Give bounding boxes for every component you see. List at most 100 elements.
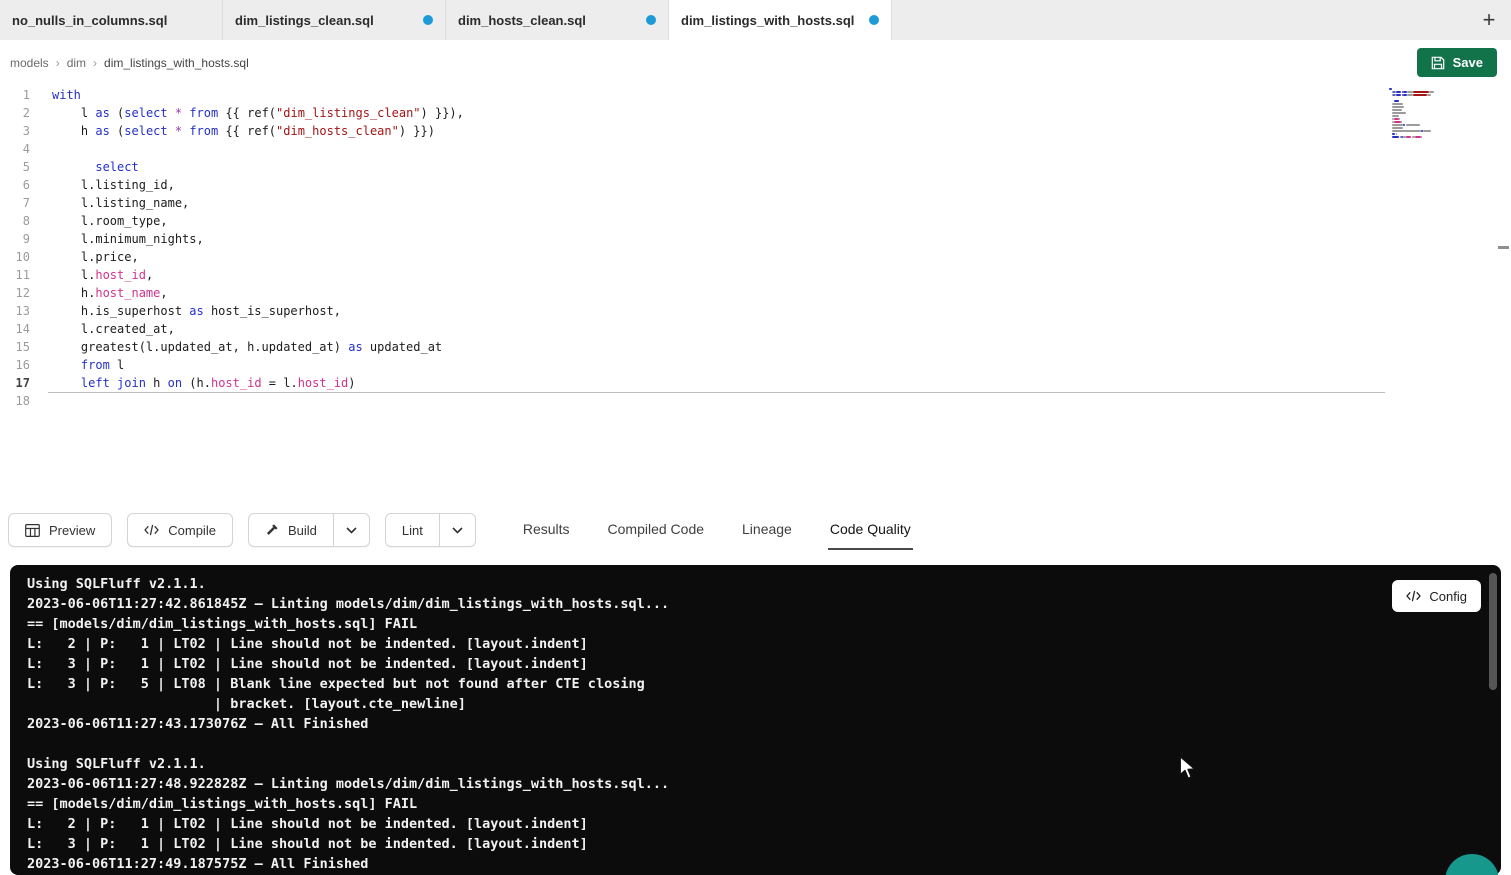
code-line-5[interactable]: 5 select (0, 158, 1385, 176)
line-number: 8 (0, 212, 30, 230)
chevron-down-icon (452, 527, 463, 534)
breadcrumb-item[interactable]: dim (67, 56, 86, 70)
code-lines: 1 with2 l as (select * from {{ ref("dim_l… (0, 84, 1385, 410)
code-text: h.is_superhost as host_is_superhost, (52, 302, 341, 320)
line-number: 18 (0, 392, 30, 410)
terminal-line: Using SQLFluff v2.1.1. (27, 574, 1501, 594)
code-text: l.minimum_nights, (52, 230, 204, 248)
terminal-line (27, 734, 1501, 754)
code-line-13[interactable]: 13 h.is_superhost as host_is_superhost, (0, 302, 1385, 320)
preview-table-icon (25, 524, 40, 537)
editor-tab[interactable]: dim_listings_clean.sql (223, 0, 446, 40)
breadcrumb-item[interactable]: models (10, 56, 49, 70)
breadcrumb: models›dim›dim_listings_with_hosts.sql (10, 56, 249, 70)
code-text: l.room_type, (52, 212, 168, 230)
panel-tabs: Results Compiled Code Lineage Code Quality (521, 510, 913, 550)
build-button-group: Build (248, 513, 370, 547)
code-line-6[interactable]: 6 l.listing_id, (0, 176, 1385, 194)
lint-button[interactable]: Lint (385, 513, 440, 547)
terminal-line: L: 3 | P: 5 | LT08 | Blank line expected… (27, 674, 1501, 694)
code-text: l.listing_id, (52, 176, 175, 194)
code-line-3[interactable]: 3 h as (select * from {{ ref("dim_hosts_… (0, 122, 1385, 140)
code-line-10[interactable]: 10 l.price, (0, 248, 1385, 266)
terminal-line: L: 2 | P: 1 | LT02 | Line should not be … (27, 634, 1501, 654)
unsaved-changes-dot (869, 15, 879, 25)
terminal-scrollbar[interactable] (1489, 573, 1497, 690)
line-number: 13 (0, 302, 30, 320)
line-number: 6 (0, 176, 30, 194)
breadcrumb-separator: › (56, 56, 60, 70)
code-text: from l (52, 356, 124, 374)
code-text: l.created_at, (52, 320, 175, 338)
config-button-label: Config (1429, 589, 1467, 604)
compile-button-group: Compile (127, 513, 233, 547)
lint-button-label: Lint (402, 523, 423, 538)
panel-tab-lineage[interactable]: Lineage (740, 510, 794, 550)
dbt-ide-screen: no_nulls_in_columns.sql dim_listings_clea… (0, 0, 1511, 875)
save-button[interactable]: Save (1417, 48, 1497, 77)
code-line-9[interactable]: 9 l.minimum_nights, (0, 230, 1385, 248)
tab-label: dim_listings_clean.sql (235, 13, 374, 28)
tab-bar-tabs: no_nulls_in_columns.sql dim_listings_clea… (0, 0, 892, 40)
code-editor[interactable]: 1 with2 l as (select * from {{ ref("dim_l… (0, 84, 1511, 505)
terminal-line: 2023-06-06T11:27:42.861845Z — Linting mo… (27, 594, 1501, 614)
panel-tab-compiled-code[interactable]: Compiled Code (606, 510, 707, 550)
build-icon (265, 523, 279, 537)
panel-tab-code-quality[interactable]: Code Quality (828, 510, 913, 550)
line-number: 2 (0, 104, 30, 122)
code-text: l.listing_name, (52, 194, 189, 212)
code-line-2[interactable]: 2 l as (select * from {{ ref("dim_listin… (0, 104, 1385, 122)
save-button-label: Save (1453, 55, 1483, 70)
code-line-14[interactable]: 14 l.created_at, (0, 320, 1385, 338)
code-line-1[interactable]: 1 with (0, 86, 1385, 104)
minimap[interactable] (1389, 88, 1461, 142)
compile-button[interactable]: Compile (127, 513, 233, 547)
preview-button-group: Preview (8, 513, 112, 547)
build-button-label: Build (288, 523, 317, 538)
terminal-line: | bracket. [layout.cte_newline] (27, 694, 1501, 714)
preview-button-label: Preview (49, 523, 95, 538)
line-number: 10 (0, 248, 30, 266)
tab-label: dim_hosts_clean.sql (458, 13, 586, 28)
line-number: 1 (0, 86, 30, 104)
code-line-17[interactable]: 17 left join h on (h.host_id = l.host_id… (0, 374, 1385, 392)
terminal-line: 2023-06-06T11:27:48.922828Z — Linting mo… (27, 774, 1501, 794)
line-number: 3 (0, 122, 30, 140)
editor-tab[interactable]: no_nulls_in_columns.sql (0, 0, 223, 40)
terminal-line: 2023-06-06T11:27:49.187575Z — All Finish… (27, 854, 1501, 874)
code-line-12[interactable]: 12 h.host_name, (0, 284, 1385, 302)
new-tab-button[interactable]: + (1467, 0, 1511, 40)
code-text: greatest(l.updated_at, h.updated_at) as … (52, 338, 442, 356)
line-number: 7 (0, 194, 30, 212)
chevron-down-icon (346, 527, 357, 534)
code-line-18[interactable]: 18 (0, 392, 1385, 410)
lint-dropdown-button[interactable] (440, 513, 476, 547)
editor-tab[interactable]: dim_hosts_clean.sql (446, 0, 669, 40)
terminal-line: L: 3 | P: 1 | LT02 | Line should not be … (27, 834, 1501, 854)
file-header: models›dim›dim_listings_with_hosts.sql S… (0, 40, 1511, 85)
code-line-15[interactable]: 15 greatest(l.updated_at, h.updated_at) … (0, 338, 1385, 356)
lint-button-group: Lint (385, 513, 476, 547)
code-line-4[interactable]: 4 (0, 140, 1385, 158)
line-number: 16 (0, 356, 30, 374)
code-line-8[interactable]: 8 l.room_type, (0, 212, 1385, 230)
save-icon (1431, 56, 1445, 70)
terminal-line: == [models/dim/dim_listings_with_hosts.s… (27, 614, 1501, 634)
breadcrumb-item[interactable]: dim_listings_with_hosts.sql (104, 56, 249, 70)
config-button[interactable]: Config (1392, 580, 1481, 612)
build-button[interactable]: Build (248, 513, 334, 547)
editor-tab[interactable]: dim_listings_with_hosts.sql (669, 0, 892, 40)
code-line-11[interactable]: 11 l.host_id, (0, 266, 1385, 284)
code-line-7[interactable]: 7 l.listing_name, (0, 194, 1385, 212)
compile-code-icon (144, 524, 159, 536)
code-line-16[interactable]: 16 from l (0, 356, 1385, 374)
code-text: select (52, 158, 139, 176)
unsaved-changes-dot (423, 15, 433, 25)
terminal-line: Using SQLFluff v2.1.1. (27, 754, 1501, 774)
terminal-line: L: 3 | P: 1 | LT02 | Line should not be … (27, 654, 1501, 674)
tab-label: no_nulls_in_columns.sql (12, 13, 167, 28)
build-dropdown-button[interactable] (334, 513, 370, 547)
panel-tab-results[interactable]: Results (521, 510, 572, 550)
code-text: with (52, 86, 81, 104)
preview-button[interactable]: Preview (8, 513, 112, 547)
